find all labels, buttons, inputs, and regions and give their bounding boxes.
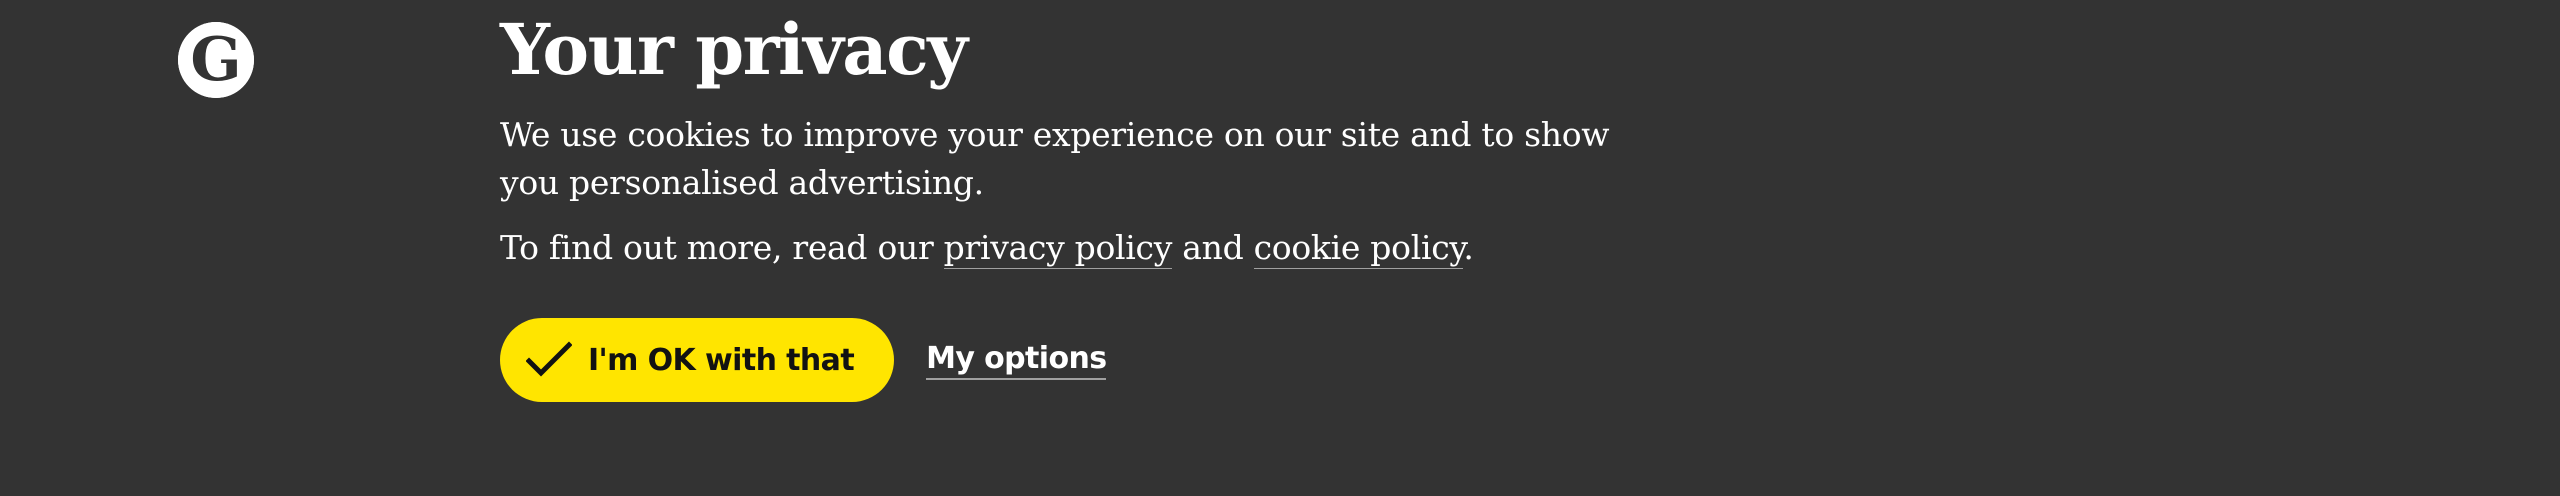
my-options-button[interactable]: My options — [926, 341, 1107, 380]
svg-text:G: G — [190, 25, 241, 95]
policy-text: To find out more, read our privacy polic… — [500, 224, 1650, 272]
policy-text-and: and — [1172, 228, 1254, 267]
page-title: Your privacy — [500, 8, 968, 91]
consent-actions: I'm OK with that My options — [500, 318, 1107, 402]
check-icon — [526, 341, 572, 377]
privacy-banner: G Your privacy We use cookies to improve… — [0, 0, 2560, 496]
guardian-logo-icon: G — [178, 22, 254, 98]
privacy-policy-link[interactable]: privacy policy — [943, 228, 1172, 269]
policy-text-suffix: . — [1463, 228, 1474, 267]
policy-text-prefix: To find out more, read our — [500, 228, 944, 267]
accept-button-label: I'm OK with that — [588, 342, 855, 378]
accept-cookies-button[interactable]: I'm OK with that — [500, 318, 895, 402]
cookie-policy-link[interactable]: cookie policy — [1253, 228, 1464, 269]
intro-text: We use cookies to improve your experienc… — [500, 115, 1610, 202]
